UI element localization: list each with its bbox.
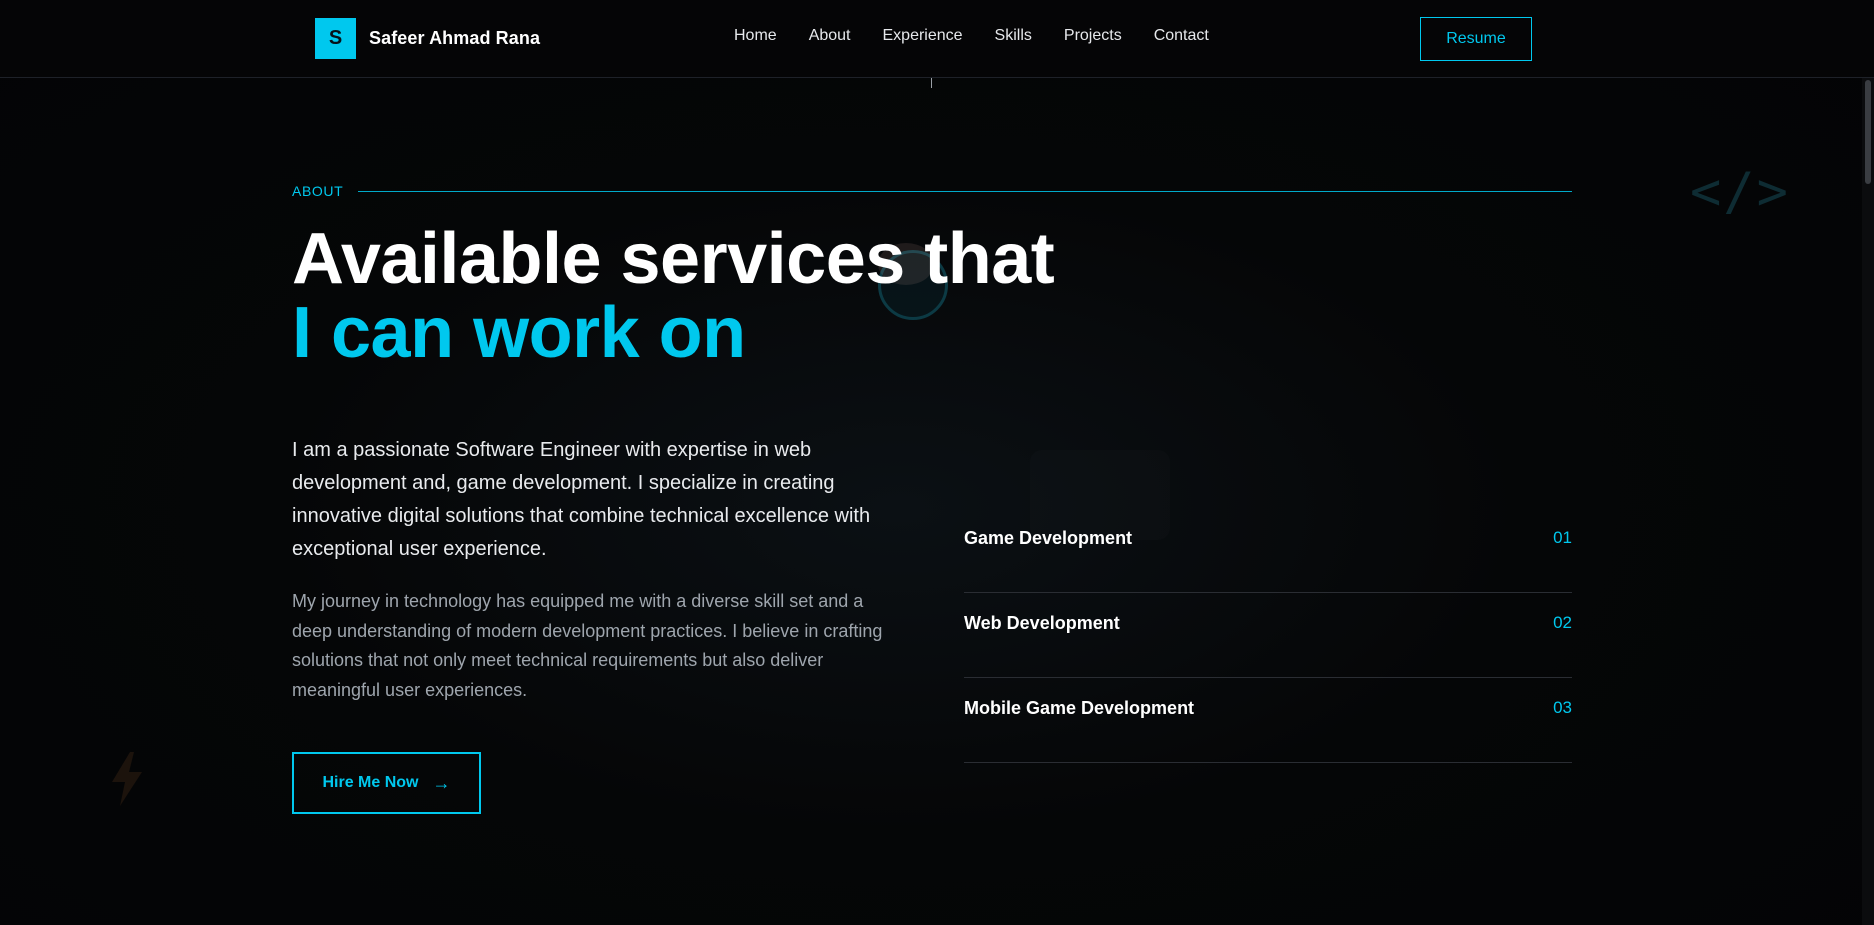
brand-logo[interactable]: S xyxy=(315,18,356,59)
service-item[interactable]: Game Development 01 xyxy=(964,508,1572,593)
headline-line-2: I can work on xyxy=(292,293,746,373)
nav-link-experience[interactable]: Experience xyxy=(883,27,963,45)
journey-paragraph: My journey in technology has equipped me… xyxy=(292,591,883,700)
code-icon: </> xyxy=(1690,162,1790,222)
service-item[interactable]: Web Development 02 xyxy=(964,593,1572,678)
nav-link-projects[interactable]: Projects xyxy=(1064,27,1122,45)
service-number: 03 xyxy=(1553,698,1572,717)
intro-paragraph: I am a passionate Software Engineer with… xyxy=(292,439,871,560)
eyebrow-divider xyxy=(358,191,1572,192)
service-number: 02 xyxy=(1553,613,1572,632)
navbar: S Safeer Ahmad Rana Home About Experienc… xyxy=(0,0,1874,78)
hire-me-button[interactable]: Hire Me Now → xyxy=(292,752,481,814)
arrow-right-icon: → xyxy=(432,772,451,793)
brand[interactable]: S Safeer Ahmad Rana xyxy=(315,18,540,59)
service-title: Web Development xyxy=(964,613,1120,633)
service-title: Mobile Game Development xyxy=(964,698,1195,718)
headline-line-1: Available services that xyxy=(292,219,1055,299)
service-number: 01 xyxy=(1553,528,1572,547)
scrollbar[interactable] xyxy=(1862,78,1874,925)
nav-divider-tick xyxy=(931,78,932,88)
nav-links: Home About Experience Skills Projects Co… xyxy=(734,27,1209,45)
service-item[interactable]: Mobile Game Development 03 xyxy=(964,678,1572,763)
brand-name[interactable]: Safeer Ahmad Rana xyxy=(369,28,540,49)
section-headline: Available services that I can work on xyxy=(292,219,1055,373)
lightning-icon xyxy=(112,752,142,806)
services-list: Game Development 01 Web Development 02 M… xyxy=(964,508,1572,763)
service-title: Game Development xyxy=(964,528,1133,548)
page: S Safeer Ahmad Rana Home About Experienc… xyxy=(0,0,1874,925)
nav-link-home[interactable]: Home xyxy=(734,27,777,45)
nav-link-skills[interactable]: Skills xyxy=(995,27,1032,45)
nav-link-about[interactable]: About xyxy=(809,27,851,45)
section-eyebrow: ABOUT xyxy=(292,183,344,199)
scrollbar-thumb[interactable] xyxy=(1865,80,1871,184)
nav-link-contact[interactable]: Contact xyxy=(1154,27,1209,45)
resume-button[interactable]: Resume xyxy=(1420,17,1532,61)
hire-me-label: Hire Me Now xyxy=(322,774,419,791)
